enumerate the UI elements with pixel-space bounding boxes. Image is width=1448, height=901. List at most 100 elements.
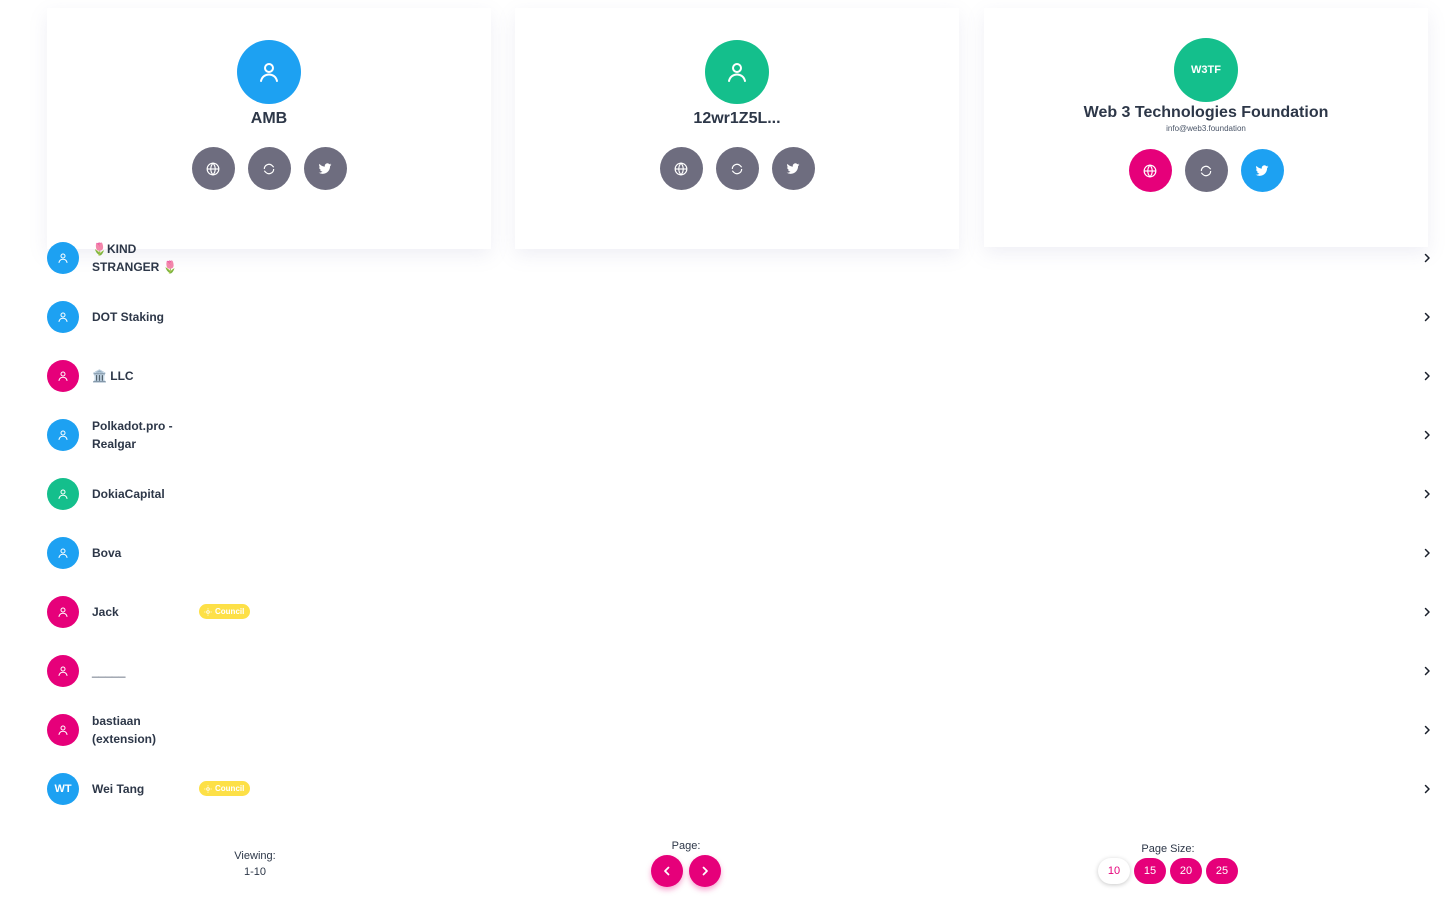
chevron-right-icon[interactable] <box>1421 429 1433 441</box>
validator-name: Bova <box>92 545 122 560</box>
chevron-right-icon[interactable] <box>1421 488 1433 500</box>
validator-row[interactable]: DokiaCapital <box>47 464 1435 523</box>
avatar <box>47 654 79 687</box>
website-button[interactable] <box>659 147 703 190</box>
featured-card[interactable]: AMB <box>47 8 491 249</box>
user-icon <box>58 489 68 499</box>
chevron-right-icon[interactable] <box>1421 547 1433 559</box>
user-icon <box>58 253 68 263</box>
viewing-range: 1-10 <box>243 866 267 878</box>
social-links <box>659 147 815 190</box>
validator-name: _____ <box>92 663 126 678</box>
sun-icon <box>204 607 212 616</box>
validator-row[interactable]: DOT Staking <box>47 287 1435 346</box>
twitter-button[interactable] <box>303 147 347 190</box>
badge-label: Council <box>215 607 245 616</box>
twitter-icon <box>318 162 332 174</box>
featured-card[interactable]: 12wr1Z5L... <box>515 8 959 249</box>
twitter-icon <box>786 162 800 174</box>
page-controls: Page: <box>650 840 722 887</box>
avatar <box>47 300 79 333</box>
polkadot-link-button[interactable] <box>247 147 291 190</box>
website-button[interactable] <box>1128 149 1172 192</box>
chevron-right-icon[interactable] <box>1421 783 1433 795</box>
council-badge: Council <box>199 604 251 619</box>
sun-icon <box>204 784 212 793</box>
validator-name: Wei Tang <box>92 781 145 796</box>
chevron-right-icon[interactable] <box>1421 370 1433 382</box>
user-icon <box>58 430 68 440</box>
featured-validators: AMB 12wr1Z5L... W3TF Web 3 Technologies … <box>47 8 1428 249</box>
avatar <box>705 40 769 104</box>
validator-row[interactable]: Polkadot.pro - Realgar <box>47 405 1435 464</box>
user-icon <box>58 371 68 381</box>
chevron-right-icon <box>702 866 708 876</box>
avatar-initials: WT <box>54 782 72 795</box>
twitter-button[interactable] <box>1240 149 1284 192</box>
validator-name: bastiaan (extension) <box>92 713 157 746</box>
validator-email: info@web3.foundation <box>1166 124 1246 133</box>
avatar <box>47 713 79 746</box>
page-size-option-25[interactable]: 25 <box>1206 858 1238 884</box>
rotate-icon <box>263 163 275 174</box>
validator-list: 🌷KIND STRANGER 🌷 DOT Staking 🏛️ LLC Polk… <box>47 228 1435 818</box>
badge-label: Council <box>215 784 245 793</box>
chevron-right-icon[interactable] <box>1421 665 1433 677</box>
page-label: Page: <box>671 840 701 852</box>
polkadot-link-button[interactable] <box>715 147 759 190</box>
page-size-option-20[interactable]: 20 <box>1170 858 1202 884</box>
validator-name: Jack <box>92 604 119 619</box>
validator-name: 🏛️ LLC <box>92 368 134 383</box>
page-size-option-15[interactable]: 15 <box>1134 858 1166 884</box>
twitter-icon <box>1255 164 1269 176</box>
viewing-label: Viewing: <box>234 850 276 862</box>
validator-row[interactable]: WT Wei Tang Council <box>47 759 1435 818</box>
globe-icon <box>206 161 220 176</box>
validator-row[interactable]: Bova <box>47 523 1435 582</box>
chevron-right-icon[interactable] <box>1421 311 1433 323</box>
user-icon <box>58 312 68 322</box>
validator-name: 12wr1Z5L... <box>693 110 781 127</box>
globe-icon <box>674 161 688 176</box>
validator-name: Web 3 Technologies Foundation <box>1083 104 1329 121</box>
page-size-controls: Page Size: 10 15 20 25 <box>1090 843 1246 884</box>
user-icon <box>58 725 68 735</box>
website-button[interactable] <box>191 147 235 190</box>
chevron-right-icon[interactable] <box>1421 252 1433 264</box>
validator-row[interactable]: 🏛️ LLC <box>47 346 1435 405</box>
page-size-option-10[interactable]: 10 <box>1098 858 1130 884</box>
social-links <box>191 147 347 190</box>
validator-name: AMB <box>250 110 288 127</box>
user-icon <box>58 548 68 558</box>
pagination: Viewing: 1-10 Page: Page Size: 10 15 20 … <box>0 838 1448 901</box>
validator-row[interactable]: Jack Council <box>47 582 1435 641</box>
validator-row[interactable]: _____ <box>47 641 1435 700</box>
page-size-label: Page Size: <box>1141 843 1195 855</box>
twitter-button[interactable] <box>771 147 815 190</box>
globe-icon <box>1143 163 1157 178</box>
polkadot-link-button[interactable] <box>1184 149 1228 192</box>
rotate-icon <box>731 163 743 174</box>
next-page-button[interactable] <box>689 855 721 887</box>
avatar <box>47 595 79 628</box>
user-icon <box>728 63 746 82</box>
avatar-initials: W3TF <box>1191 64 1221 76</box>
validator-name: Polkadot.pro - Realgar <box>92 418 173 451</box>
avatar: WT <box>47 772 79 805</box>
previous-page-button[interactable] <box>651 855 683 887</box>
user-icon <box>58 607 68 617</box>
validator-name: DokiaCapital <box>92 486 165 501</box>
validator-name: DOT Staking <box>92 309 165 324</box>
validator-row[interactable]: bastiaan (extension) <box>47 700 1435 759</box>
council-badge: Council <box>199 781 251 796</box>
user-icon <box>260 63 278 82</box>
validator-name: 🌷KIND STRANGER 🌷 <box>92 241 178 274</box>
validator-row[interactable]: 🌷KIND STRANGER 🌷 <box>47 228 1435 287</box>
featured-card[interactable]: W3TF Web 3 Technologies Foundation info@… <box>984 8 1428 247</box>
social-links <box>1128 149 1284 192</box>
chevron-left-icon <box>664 866 670 876</box>
avatar <box>47 359 79 392</box>
chevron-right-icon[interactable] <box>1421 724 1433 736</box>
viewing-info: Viewing: 1-10 <box>220 848 290 880</box>
chevron-right-icon[interactable] <box>1421 606 1433 618</box>
